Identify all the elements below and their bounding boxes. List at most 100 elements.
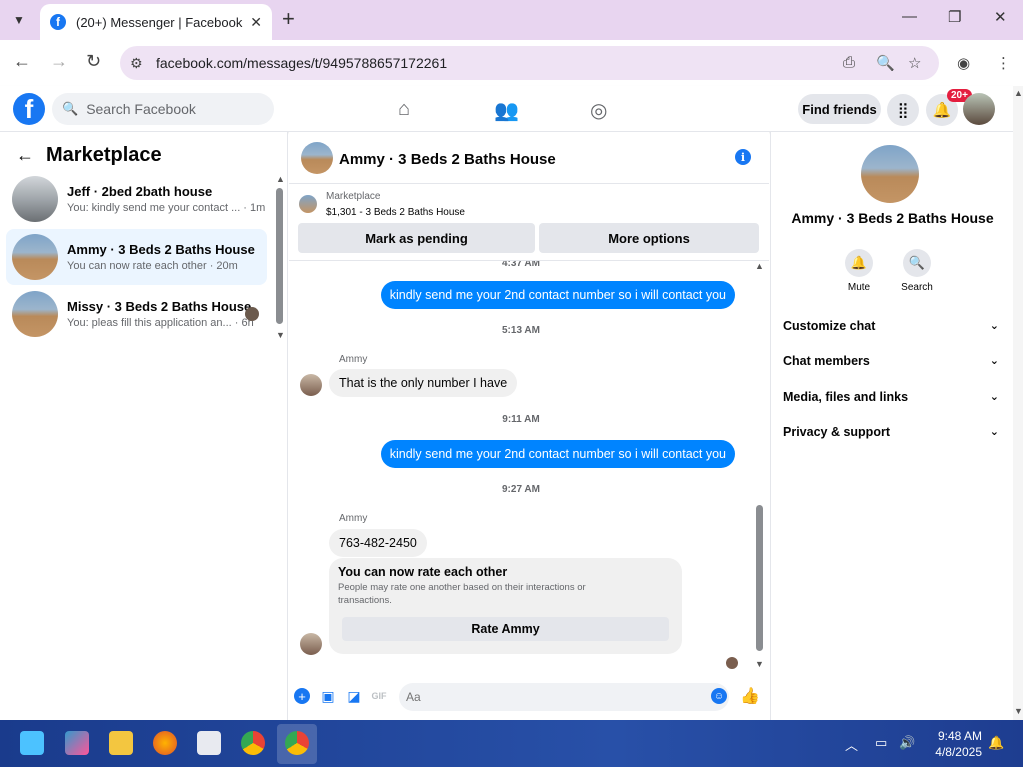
back-arrow-icon[interactable]: ← — [13, 51, 31, 72]
account-avatar[interactable] — [963, 93, 995, 125]
chrome-active-icon[interactable] — [285, 731, 309, 755]
listing-thumbnail — [12, 234, 58, 280]
mute-button[interactable]: 🔔 Mute — [837, 249, 881, 293]
info-icon[interactable]: i — [735, 149, 751, 165]
file-explorer-icon[interactable] — [109, 731, 133, 755]
sticker-icon[interactable]: ◪ — [346, 688, 362, 704]
tab-close-icon[interactable]: ✕ — [250, 14, 262, 31]
facebook-logo-icon[interactable]: f — [13, 93, 45, 125]
mute-label: Mute — [847, 282, 871, 293]
message-thread: 4:37 AM kindly send me your 2nd contact … — [289, 261, 759, 662]
window-close-icon[interactable]: ✕ — [994, 8, 1007, 26]
friends-icon[interactable]: 👥 — [494, 98, 519, 123]
minimize-icon[interactable]: — — [902, 8, 917, 25]
network-icon[interactable]: ▭ — [875, 735, 887, 751]
calendar-app-icon[interactable] — [197, 731, 221, 755]
conversation-time: 1m — [250, 202, 266, 214]
gif-icon[interactable]: GIF — [371, 688, 387, 704]
scroll-down-icon[interactable]: ▼ — [755, 659, 764, 669]
scroll-down-icon[interactable]: ▼ — [276, 330, 285, 340]
tab-search-chevron-icon[interactable]: ▼ — [8, 9, 30, 31]
scroll-up-icon[interactable]: ▲ — [755, 261, 764, 271]
windows-start-icon[interactable] — [20, 731, 44, 755]
attach-photo-icon[interactable]: ▣ — [320, 688, 336, 704]
outgoing-message[interactable]: kindly send me your 2nd contact number s… — [380, 281, 735, 309]
system-clock[interactable]: 9:48 AM 4/8/2025 — [932, 728, 982, 760]
reload-icon[interactable]: ↻ — [86, 51, 101, 72]
search-conversation-button[interactable]: 🔍 Search — [895, 249, 939, 293]
chat-panel: Ammy · 3 Beds 2 Baths House i Marketplac… — [289, 132, 769, 720]
scroll-thumb[interactable] — [756, 505, 763, 651]
chat-scrollbar[interactable]: ▲ ▼ — [755, 261, 764, 669]
customize-chat-item[interactable]: Customize chat ⌄ — [783, 319, 999, 333]
sender-avatar[interactable] — [300, 633, 322, 655]
facebook-header: f 🔍 Search Facebook ⌂ 👥 ◎ Find friends ⣿… — [0, 86, 1013, 132]
install-app-icon[interactable]: ⎙ — [843, 54, 855, 71]
message-input[interactable] — [399, 683, 729, 711]
thumbs-up-icon[interactable]: 👍 — [740, 688, 760, 705]
mark-as-pending-button[interactable]: Mark as pending — [298, 223, 535, 253]
plus-actions-icon[interactable]: + — [294, 688, 310, 704]
sender-name: Ammy — [339, 354, 368, 365]
marketplace-inbox: ← Marketplace Jeff · 2bed 2bath house Yo… — [0, 132, 288, 720]
bookmark-star-icon[interactable]: ☆ — [908, 54, 921, 72]
listing-price-title[interactable]: $1,301 - 3 Beds 2 Baths House — [326, 207, 465, 218]
incoming-message[interactable]: That is the only number I have — [329, 369, 518, 397]
rate-ammy-button[interactable]: Rate Ammy — [342, 617, 669, 641]
forward-arrow-icon[interactable]: → — [50, 51, 68, 72]
firefox-icon[interactable] — [153, 731, 177, 755]
clock-date: 4/8/2025 — [935, 745, 982, 759]
facebook-search-input[interactable]: 🔍 Search Facebook — [52, 93, 274, 125]
seen-avatar — [726, 657, 738, 669]
scroll-up-icon[interactable]: ▲ — [1014, 88, 1023, 98]
conversation-item[interactable]: Jeff · 2bed 2bath house You: kindly send… — [6, 171, 267, 227]
item-label: Chat members — [783, 354, 870, 368]
zoom-icon[interactable]: 🔍 — [876, 54, 895, 72]
scroll-up-icon[interactable]: ▲ — [276, 174, 285, 184]
groups-icon[interactable]: ◎ — [590, 98, 607, 123]
media-files-links-item[interactable]: Media, files and links ⌄ — [783, 390, 999, 404]
chat-title[interactable]: Ammy · 3 Beds 2 Baths House — [339, 151, 556, 168]
outgoing-message[interactable]: kindly send me your 2nd contact number s… — [380, 440, 735, 468]
browser-menu-icon[interactable]: ⋮ — [996, 54, 1011, 72]
find-friends-button[interactable]: Find friends — [798, 94, 881, 124]
copilot-icon[interactable] — [65, 731, 89, 755]
chrome-icon[interactable] — [241, 731, 265, 755]
notification-bell-icon[interactable]: 🔔 — [988, 735, 1004, 751]
chat-members-item[interactable]: Chat members ⌄ — [783, 354, 999, 368]
tab-title: (20+) Messenger | Facebook — [76, 14, 243, 30]
page-scrollbar[interactable]: ▲ ▼ — [1013, 86, 1023, 720]
sender-name: Ammy — [339, 513, 368, 524]
volume-icon[interactable]: 🔊 — [899, 735, 915, 751]
show-hidden-icons-chevron-icon[interactable]: ︿ — [845, 735, 858, 754]
new-tab-plus-icon[interactable]: + — [282, 8, 295, 30]
scroll-down-icon[interactable]: ▼ — [1014, 706, 1023, 716]
sender-avatar[interactable] — [300, 374, 322, 396]
emoji-icon[interactable]: ☺ — [711, 688, 727, 704]
conversation-scrollbar[interactable]: ▲ ▼ — [276, 174, 285, 340]
privacy-support-item[interactable]: Privacy & support ⌄ — [783, 425, 999, 439]
site-info-icon[interactable]: ⚙ — [130, 55, 156, 72]
menu-grid-icon[interactable]: ⣿ — [887, 94, 919, 126]
incoming-message[interactable]: 763-482-2450 — [329, 529, 427, 557]
chevron-down-icon: ⌄ — [989, 391, 999, 403]
address-bar[interactable]: ⚙ facebook.com/messages/t/94957886571722… — [120, 46, 939, 80]
chat-avatar[interactable] — [301, 142, 333, 174]
more-options-button[interactable]: More options — [539, 223, 759, 253]
conversation-item[interactable]: Missy · 3 Beds 2 Baths House You: pleas … — [6, 286, 267, 342]
clock-time: 9:48 AM — [937, 729, 982, 743]
restore-icon[interactable]: ❐ — [948, 8, 961, 26]
home-icon[interactable]: ⌂ — [398, 98, 410, 121]
browser-tab[interactable]: f (20+) Messenger | Facebook ✕ — [40, 4, 272, 40]
listing-thumbnail — [12, 176, 58, 222]
conversation-item-active[interactable]: Ammy · 3 Beds 2 Baths House You can now … — [6, 229, 267, 285]
scroll-thumb[interactable] — [276, 188, 283, 324]
timestamp: 5:13 AM — [502, 325, 540, 336]
conversation-preview: You: pleas fill this application an... — [67, 317, 232, 329]
back-arrow-icon[interactable]: ← — [16, 145, 34, 166]
conversation-preview: You: kindly send me your contact ... — [67, 202, 241, 214]
conversation-info-panel: Ammy · 3 Beds 2 Baths House 🔔 Mute 🔍 Sea… — [770, 132, 1013, 720]
marketplace-label: Marketplace — [326, 191, 381, 202]
address-toolbar: ← → ↻ ⚙ facebook.com/messages/t/94957886… — [0, 40, 1023, 86]
profile-icon[interactable]: ◉ — [957, 54, 970, 72]
